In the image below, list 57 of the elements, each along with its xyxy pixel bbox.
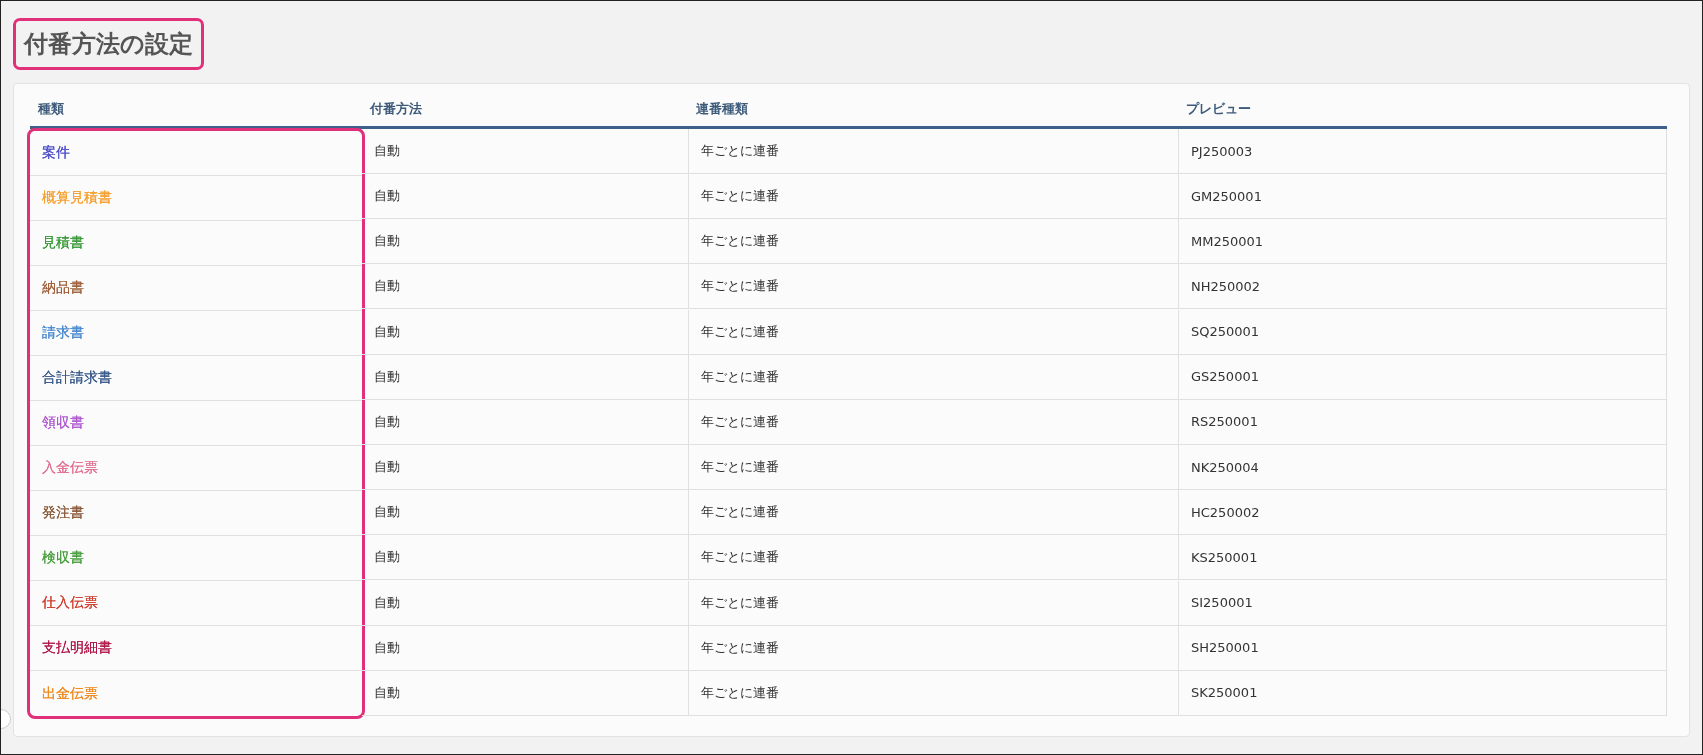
table-cell: 自動: [362, 129, 688, 174]
table-cell: 年ごとに連番: [688, 264, 1178, 310]
table-cell: SH250001: [1178, 625, 1666, 671]
table-cell: 請求書: [42, 324, 84, 342]
table-cell: 年ごとに連番: [688, 625, 1178, 671]
table-cell: 年ごとに連番: [688, 580, 1178, 626]
table-cell: 自動: [362, 309, 688, 355]
table-cell: 自動: [362, 219, 688, 265]
table-cell: 自動: [362, 670, 688, 716]
table-cell: SI250001: [1178, 580, 1666, 626]
table-cell: 発注書: [42, 504, 84, 522]
table-cell: PJ250003: [1178, 129, 1666, 174]
table-cell: 自動: [362, 354, 688, 400]
column-header: 種類: [37, 100, 65, 118]
table-cell: 概算見積書: [42, 189, 112, 207]
table-cell: 見積書: [42, 234, 84, 252]
table-cell: 年ごとに連番: [688, 309, 1178, 355]
table-cell: MM250001: [1178, 219, 1666, 265]
table-cell: 年ごとに連番: [688, 535, 1178, 581]
table-cell: 入金伝票: [42, 459, 98, 477]
table-cell: KS250001: [1178, 535, 1666, 581]
table-cell: 自動: [362, 399, 688, 445]
table-cell: 年ごとに連番: [688, 399, 1178, 445]
table-cell: 年ごとに連番: [688, 670, 1178, 716]
column-header: 連番種類: [695, 100, 749, 118]
table-cell: 案件: [42, 144, 70, 162]
table-cell: SK250001: [1178, 670, 1666, 716]
table-cell: HC250002: [1178, 490, 1666, 536]
table-cell: 自動: [362, 174, 688, 220]
table-cell: 支払明細書: [42, 639, 112, 657]
table-cell: SQ250001: [1178, 309, 1666, 355]
table-cell: 自動: [362, 445, 688, 491]
table-cell: 年ごとに連番: [688, 445, 1178, 491]
table-cell: 年ごとに連番: [688, 219, 1178, 265]
table-cell: 自動: [362, 580, 688, 626]
table-cell: 年ごとに連番: [688, 354, 1178, 400]
table-cell: GM250001: [1178, 174, 1666, 220]
table-cell: 仕入伝票: [42, 594, 98, 612]
table-cell: 年ごとに連番: [688, 490, 1178, 536]
column-header: 付番方法: [368, 100, 423, 118]
table-cell: 年ごとに連番: [688, 129, 1178, 174]
table-cell: 出金伝票: [42, 684, 98, 703]
page-title: 付番方法の設定: [13, 18, 204, 70]
table-cell: 年ごとに連番: [688, 174, 1178, 220]
table-cell: 自動: [362, 625, 688, 671]
table-cell: 合計請求書: [42, 369, 112, 387]
table-cell: NH250002: [1178, 264, 1666, 310]
table-cell: 検収書: [42, 549, 84, 567]
table-cell: 納品書: [42, 279, 84, 297]
table-cell: RS250001: [1178, 399, 1666, 445]
table-cell: 自動: [362, 535, 688, 581]
table-cell: GS250001: [1178, 354, 1666, 400]
table-cell: NK250004: [1178, 445, 1666, 491]
column-header: プレビュー: [1185, 100, 1252, 118]
table-cell: 領収書: [42, 414, 84, 432]
table-cell: 自動: [362, 264, 688, 310]
table-cell: 自動: [362, 490, 688, 536]
